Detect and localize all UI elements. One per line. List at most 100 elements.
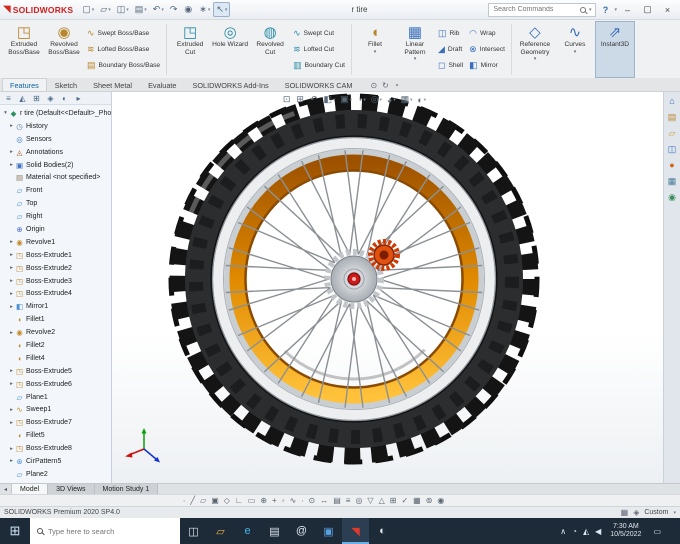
tree-item[interactable]: ▸ ⊛ CirPattern5 — [2, 455, 111, 468]
tree-item[interactable]: ▸ ◳ Boss-Extrude3 — [2, 275, 111, 288]
ribbon-small-button[interactable]: ▥ Boundary Cut — [291, 58, 347, 73]
selection-filter-icon[interactable]: ∙ — [301, 496, 303, 505]
task-pane-icon[interactable]: ◉ — [668, 193, 676, 202]
heads-up-icon[interactable]: ◎ ▾ — [369, 94, 384, 105]
heads-up-icon[interactable]: ◐ ▾ — [415, 95, 428, 105]
ribbon-big-button[interactable]: ◖ Fillet ▾ — [355, 21, 395, 78]
wheel-hub[interactable] — [324, 249, 384, 309]
ribbon-big-button[interactable]: ◉ Revolved Boss/Base — [44, 21, 84, 78]
tree-item[interactable]: ▸ ◧ Mirror1 — [2, 300, 111, 313]
close-button[interactable]: × — [658, 2, 677, 18]
taskbar-app-icon[interactable]: ◫ — [180, 518, 207, 544]
taskbar-app-icon[interactable]: ▤ — [261, 518, 288, 544]
quick-access-icon[interactable]: ▱ ▾ — [97, 2, 113, 17]
heads-up-icon[interactable]: ◕ ▾ — [385, 95, 398, 105]
heads-up-icon[interactable]: ↶ — [308, 94, 321, 105]
panel-tab-icon[interactable]: ◐ — [58, 92, 71, 104]
tree-item[interactable]: ▸ ◳ Boss-Extrude5 — [2, 365, 111, 378]
task-pane-icon[interactable]: ⌂ — [669, 97, 674, 106]
taskbar-app-icon[interactable]: ◐ — [369, 518, 396, 544]
taskbar-app-icon[interactable]: ▣ — [315, 518, 342, 544]
expander-icon[interactable]: ▸ — [8, 291, 15, 297]
selection-filter-icon[interactable]: ◦ — [282, 496, 285, 505]
tree-item[interactable]: ◖ Fillet2 — [2, 339, 111, 352]
ribbon-small-button[interactable]: ◫ Rib — [436, 26, 465, 41]
expander-icon[interactable]: ▾ — [2, 110, 9, 116]
tree-item[interactable]: ▸ ◳ Boss-Extrude2 — [2, 262, 111, 275]
expander-icon[interactable]: ▸ — [8, 162, 15, 168]
tab-scroll-icon[interactable]: ◂ — [0, 484, 12, 494]
tree-item[interactable]: ▸ ◳ Boss-Extrude6 — [2, 378, 111, 391]
tag-icon[interactable]: ◈ — [633, 508, 639, 517]
panel-tab-icon[interactable]: ◈ — [44, 92, 57, 104]
task-pane-icon[interactable]: ◫ — [668, 145, 677, 154]
tree-item[interactable]: ◎ Sensors — [2, 133, 111, 146]
units-selector[interactable]: Custom — [644, 509, 668, 516]
ribbon-tab[interactable]: Features — [2, 78, 47, 91]
selection-filter-icon[interactable]: ◇ — [224, 496, 230, 505]
heads-up-icon[interactable]: ⊞ — [294, 94, 307, 105]
taskbar-app-icon[interactable]: e — [234, 518, 261, 544]
notification-center-icon[interactable]: ▭ — [650, 527, 664, 536]
maximize-button[interactable]: ▢ — [638, 2, 657, 18]
tray-icon[interactable]: ◭ — [583, 527, 589, 536]
expander-icon[interactable]: ▸ — [8, 252, 15, 258]
expander-icon[interactable]: ▸ — [8, 458, 15, 464]
selection-filter-icon[interactable]: ▱ — [200, 496, 206, 505]
ribbon-small-button[interactable]: ▤ Boundary Boss/Base — [85, 58, 162, 73]
tree-item[interactable]: ⊕ Origin — [2, 223, 111, 236]
tree-item[interactable]: ▤ Material <not specified> — [2, 171, 111, 184]
ribbon-small-button[interactable]: ≋ Lofted Cut — [291, 42, 347, 57]
tree-item[interactable]: ▱ Top — [2, 197, 111, 210]
ribbon-extra-icon[interactable]: ◔ — [394, 81, 399, 90]
ribbon-big-button[interactable]: ◳ Extruded Boss/Base — [4, 21, 44, 78]
selection-filter-icon[interactable]: ⊚ — [426, 496, 433, 505]
ribbon-big-button[interactable]: ◇ Reference Geometry ▾ — [515, 21, 555, 78]
selection-filter-icon[interactable]: ⊙ — [309, 496, 316, 505]
selection-filter-icon[interactable]: + — [272, 496, 277, 505]
ribbon-small-button[interactable]: ◧ Mirror — [467, 58, 507, 73]
minimize-button[interactable]: – — [618, 2, 637, 18]
heads-up-icon[interactable]: ◔ ▾ — [355, 95, 368, 105]
quick-access-icon[interactable]: ↶ ▾ — [150, 2, 167, 17]
tree-item[interactable]: ◖ Fillet5 — [2, 429, 111, 442]
taskbar-clock[interactable]: 7:30 AM 10/5/2022 — [607, 523, 644, 540]
document-tab[interactable]: Motion Study 1 — [94, 484, 159, 494]
tree-item[interactable]: ▸ ◬ Annotations — [2, 146, 111, 159]
command-search-input[interactable] — [493, 6, 577, 13]
tree-item[interactable]: ◖ Fillet4 — [2, 352, 111, 365]
command-search-box[interactable]: ▾ — [488, 2, 597, 17]
selection-filter-icon[interactable]: △ — [379, 496, 385, 505]
expander-icon[interactable]: ▸ — [8, 149, 15, 155]
ribbon-small-button[interactable]: ◢ Draft — [436, 42, 465, 57]
expander-icon[interactable]: ▸ — [8, 123, 15, 129]
selection-filter-icon[interactable]: ▭ — [248, 496, 256, 505]
taskbar-app-icon[interactable]: ▱ — [207, 518, 234, 544]
task-pane-icon[interactable]: ● — [669, 161, 674, 170]
tree-item[interactable]: ▸ ◳ Boss-Extrude8 — [2, 442, 111, 455]
units-caret-icon[interactable]: ▾ — [673, 510, 676, 516]
task-pane-icon[interactable]: ▤ — [668, 113, 677, 122]
tree-item[interactable]: ▸ ◳ Boss-Extrude7 — [2, 416, 111, 429]
tree-item[interactable]: ▸ ◳ Boss-Extrude1 — [2, 249, 111, 262]
tree-item[interactable]: ▱ Plane2 — [2, 468, 111, 481]
tree-item[interactable]: ◖ Fillet1 — [2, 313, 111, 326]
task-pane-icon[interactable]: ▱ — [669, 129, 676, 138]
ribbon-small-button[interactable]: ≋ Lofted Boss/Base — [85, 42, 162, 57]
tree-item[interactable]: ▱ Front — [2, 184, 111, 197]
taskbar-app-icon[interactable]: ◥ — [342, 518, 369, 544]
quick-access-icon[interactable]: ▢ ▾ — [79, 2, 97, 17]
ribbon-big-button[interactable]: ◍ Revolved Cut — [250, 21, 290, 78]
expander-icon[interactable]: ▸ — [8, 239, 15, 245]
tree-root-item[interactable]: ▾ ◆ r tire (Default<<Default>_PhotoW — [2, 107, 111, 120]
expander-icon[interactable]: ▸ — [8, 265, 15, 271]
ribbon-big-button[interactable]: ∿ Curves ▾ — [555, 21, 595, 78]
selection-filter-icon[interactable]: ∟ — [235, 496, 243, 505]
tray-icon[interactable]: ∧ — [560, 527, 566, 536]
ribbon-tab[interactable]: Evaluate — [140, 78, 184, 91]
heads-up-icon[interactable]: ⊡ — [281, 94, 294, 105]
quick-access-icon[interactable]: ↷ — [167, 2, 182, 17]
expander-icon[interactable]: ▸ — [8, 381, 15, 387]
expander-icon[interactable]: ▸ — [8, 278, 15, 284]
selection-filter-icon[interactable]: ▤ — [333, 496, 341, 505]
